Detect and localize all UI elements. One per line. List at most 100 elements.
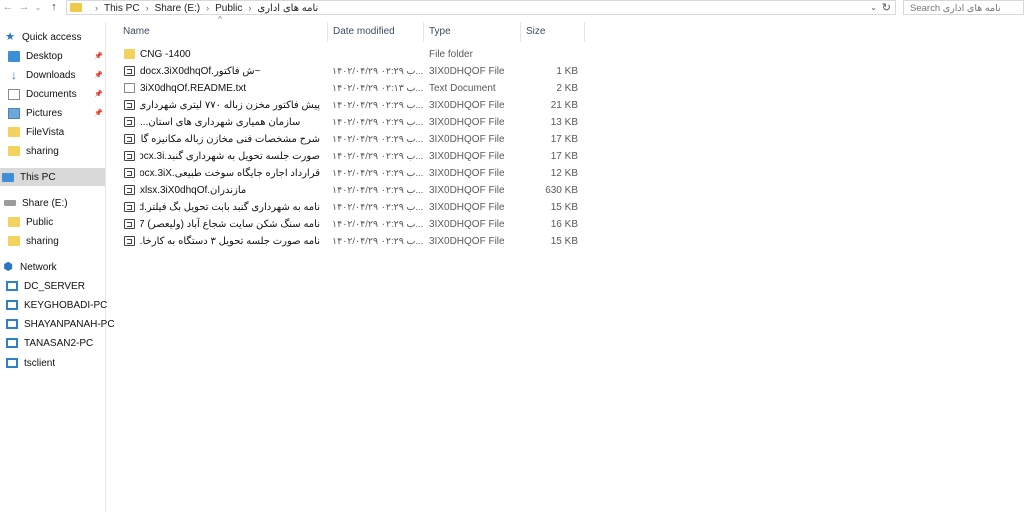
sidebar-item[interactable]: Documents 📌 <box>0 85 105 103</box>
address-toolbar: ← → ⌄ ↑ › This PC › Share (E:) › Public … <box>0 0 1024 16</box>
column-header-size[interactable]: Size <box>521 22 585 42</box>
file-icon <box>124 134 135 144</box>
file-icon <box>124 185 135 195</box>
pc-icon <box>2 172 14 182</box>
file-row[interactable]: سازمان همیاری شهرداری های استان... ۱۴۰۲/۰… <box>118 114 588 131</box>
desktop-icon <box>8 50 20 62</box>
folder-icon <box>124 49 135 59</box>
breadcrumb-public[interactable]: Public <box>215 2 242 15</box>
file-name: پیش فاکتور مخزن زباله ۷۷۰ لیتری شهرداری.… <box>140 100 320 111</box>
sidebar-item[interactable]: ★ Quick access <box>0 28 105 46</box>
sidebar-item-label: SHAYANPANAH-PC <box>24 318 115 330</box>
chevron-right-icon[interactable]: › <box>206 2 209 15</box>
file-row[interactable]: قرارداد اجاره جایگاه سوخت طبیعی.docx.3iX… <box>118 165 588 182</box>
pictures-icon <box>8 107 20 119</box>
sidebar-item-label: Quick access <box>22 31 82 43</box>
file-row[interactable]: نامه صورت جلسه تحویل ۳ دستگاه به کارخا..… <box>118 233 588 250</box>
sidebar-item[interactable]: Pictures 📌 <box>0 104 105 122</box>
file-type: 3IX0DHQOF File <box>429 100 505 111</box>
file-row[interactable]: 3iX0dhqOf.README.txt ۱۴۰۲/۰۴/۲۹ ب ۰۲:۱۳..… <box>118 80 588 97</box>
sidebar-item[interactable]: sharing <box>0 142 105 160</box>
file-icon <box>124 168 135 178</box>
sidebar-item[interactable]: SHAYANPANAH-PC <box>0 315 115 333</box>
sidebar-item-label: Documents <box>26 88 77 100</box>
file-row[interactable]: ~ش فاکتور.docx.3iX0dhqOf ۱۴۰۲/۰۴/۲۹ ب ۰۲:… <box>118 63 588 80</box>
sidebar-item-label: Pictures <box>26 107 63 119</box>
folder-icon <box>8 146 20 156</box>
file-row[interactable]: صورت جلسه تحویل به شهرداری گنبد.docx.3i.… <box>118 148 588 165</box>
file-size: 630 KB <box>545 185 578 196</box>
navigation-pane: ★ Quick access Desktop 📌 ↓ Downloads 📌 Document… <box>0 22 115 512</box>
file-size: 12 KB <box>550 168 578 179</box>
pin-icon: 📌 <box>94 110 103 117</box>
file-name: نامه سنگ شکن سایت شجاع آباد (ولیعصر) 27.… <box>140 219 320 230</box>
file-name: مازندران.xlsx.3iX0dhqOf <box>140 185 247 196</box>
file-size: 16 KB <box>550 219 578 230</box>
chevron-right-icon: › <box>95 3 98 13</box>
file-icon <box>124 100 135 110</box>
file-row[interactable]: CNG -1400 File folder <box>118 46 588 63</box>
sidebar-item[interactable]: KEYGHOBADI-PC <box>0 296 107 314</box>
folder-icon <box>8 217 20 227</box>
chevron-right-icon[interactable]: › <box>146 2 149 15</box>
sidebar-item-label: Network <box>20 261 57 273</box>
file-type: 3IX0DHQOF File <box>429 219 505 230</box>
file-date-modified: ۱۴۰۲/۰۴/۲۹ ب ۰۲:۲۹... <box>332 185 424 196</box>
text-file-icon <box>124 83 135 93</box>
sidebar-item-label: sharing <box>26 235 59 247</box>
computer-icon <box>6 281 18 291</box>
breadcrumb-current-folder[interactable]: نامه های اداری <box>257 2 318 15</box>
address-bar[interactable]: › This PC › Share (E:) › Public › نامه ه… <box>66 0 896 15</box>
sidebar-item[interactable]: Share (E:) <box>0 194 105 212</box>
folder-icon <box>8 236 20 246</box>
recent-locations-icon[interactable]: ⌄ <box>30 0 46 15</box>
refresh-icon[interactable]: ↻ <box>882 1 891 15</box>
sidebar-item-label: Share (E:) <box>22 197 68 209</box>
sidebar-item[interactable]: Desktop 📌 <box>0 47 105 65</box>
sidebar-item-label: FileVista <box>26 126 65 138</box>
computer-icon <box>6 300 18 310</box>
file-icon <box>124 117 135 127</box>
file-name: قرارداد اجاره جایگاه سوخت طبیعی.docx.3iX… <box>140 168 320 179</box>
file-type: 3IX0DHQOF File <box>429 185 505 196</box>
sidebar-item[interactable]: Public <box>0 213 105 231</box>
chevron-down-icon[interactable]: ⌄ <box>870 1 877 15</box>
sidebar-item[interactable]: tsclient <box>0 354 105 372</box>
breadcrumb-share-e[interactable]: Share (E:) <box>155 2 201 15</box>
column-header-name[interactable]: Name <box>118 22 328 42</box>
search-input[interactable]: Search نامه های اداری <box>903 0 1024 15</box>
sidebar-item[interactable]: FileVista <box>0 123 105 141</box>
search-placeholder: Search نامه های اداری <box>910 3 1001 14</box>
sidebar-item[interactable]: ↓ Downloads 📌 <box>0 66 105 84</box>
file-icon <box>124 219 135 229</box>
sidebar-item[interactable]: This PC <box>0 168 105 186</box>
file-row[interactable]: پیش فاکتور مخزن زباله ۷۷۰ لیتری شهرداری.… <box>118 97 588 114</box>
up-icon[interactable]: ↑ <box>46 0 62 15</box>
sidebar-item-label: TANASAN2-PC <box>24 337 94 349</box>
chevron-right-icon[interactable]: › <box>248 2 251 15</box>
file-row[interactable]: نامه سنگ شکن سایت شجاع آباد (ولیعصر) 27.… <box>118 216 588 233</box>
sidebar-item-label: Desktop <box>26 50 63 62</box>
sidebar-item[interactable]: TANASAN2-PC <box>0 334 105 352</box>
file-date-modified: ۱۴۰۲/۰۴/۲۹ ب ۰۲:۲۹... <box>332 202 424 213</box>
breadcrumb-this-pc[interactable]: This PC <box>104 2 140 15</box>
computer-icon <box>6 338 18 348</box>
file-row[interactable]: مازندران.xlsx.3iX0dhqOf ۱۴۰۲/۰۴/۲۹ ب ۰۲:۲… <box>118 182 588 199</box>
file-row[interactable]: شرح مشخصات فنی مخازن زباله مکانیزه گالو.… <box>118 131 588 148</box>
file-type: 3IX0DHQOF File <box>429 66 505 77</box>
file-type: 3IX0DHQOF File <box>429 134 505 145</box>
file-date-modified: ۱۴۰۲/۰۴/۲۹ ب ۰۲:۱۳... <box>332 83 424 94</box>
sidebar-item[interactable]: DC_SERVER <box>0 277 105 295</box>
pin-icon: 📌 <box>94 53 103 60</box>
column-header-date-modified[interactable]: Date modified <box>328 22 424 42</box>
back-icon[interactable]: ← <box>0 0 16 15</box>
sidebar-item[interactable]: ⬢ Network <box>0 258 105 276</box>
sidebar-item-label: sharing <box>26 145 59 157</box>
file-date-modified: ۱۴۰۲/۰۴/۲۹ ب ۰۲:۲۹... <box>332 100 424 111</box>
computer-icon <box>6 358 18 368</box>
file-row[interactable]: نامه به شهرداری گنبد بابت تحویل بگ فیلتر… <box>118 199 588 216</box>
sidebar-item[interactable]: sharing <box>0 232 105 250</box>
column-header-type[interactable]: Type <box>424 22 521 42</box>
drive-icon <box>4 200 16 206</box>
file-icon <box>124 202 135 212</box>
